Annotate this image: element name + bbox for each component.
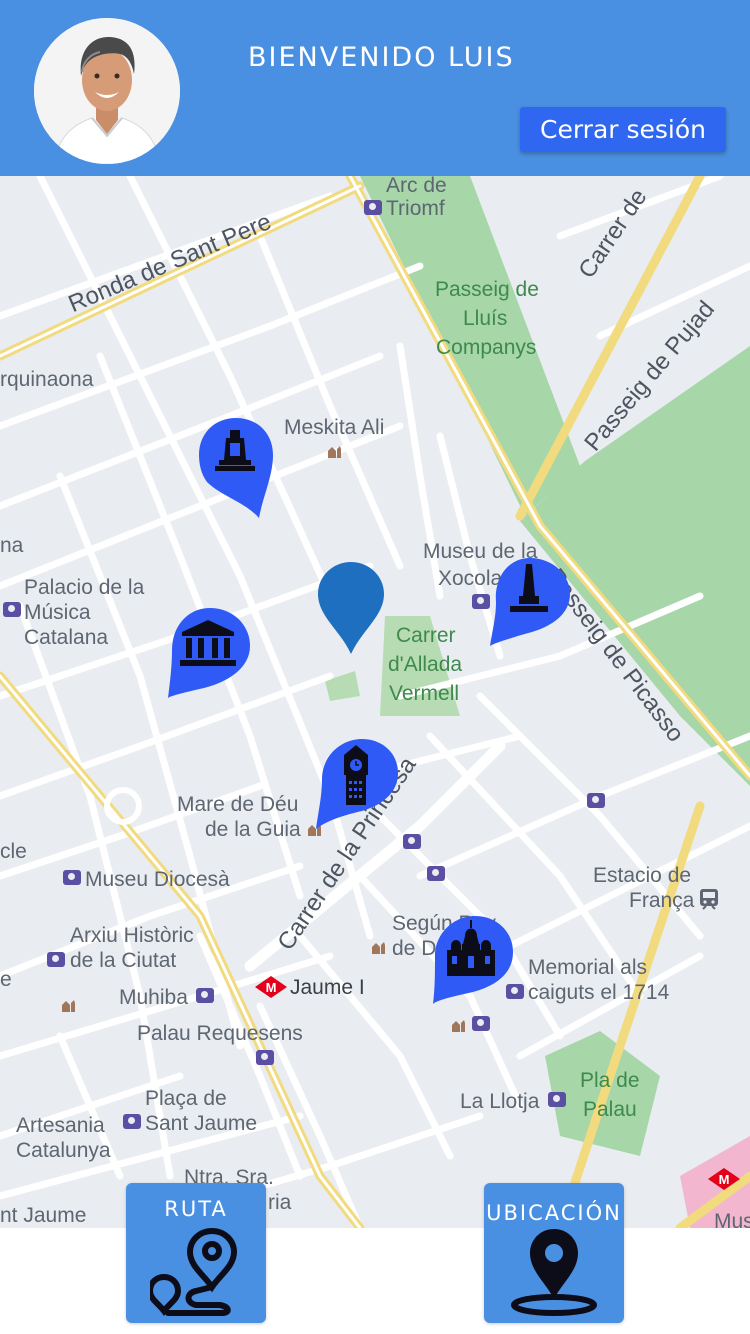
welcome-text: BIENVENIDO LUIS: [248, 42, 515, 73]
label-muhiba: Muhiba: [119, 986, 188, 1009]
label-cle: cle: [0, 840, 27, 863]
museum-marker[interactable]: [168, 606, 252, 698]
label-artesania-2: Catalunya: [16, 1139, 111, 1162]
camera-icon: [548, 1092, 566, 1107]
label-arc-de-triomf-2: Triomf: [386, 197, 445, 220]
label-passeig-lluis-3: Companys: [436, 336, 537, 359]
logout-button[interactable]: Cerrar sesión: [520, 107, 726, 152]
label-palau-requesens: Palau Requesens: [137, 1022, 303, 1045]
cathedral-marker[interactable]: [431, 914, 515, 1006]
label-nt-jaume: nt Jaume: [0, 1204, 87, 1227]
camera-icon: [63, 870, 81, 885]
label-passeig-lluis-1: Passeig de: [435, 278, 539, 301]
location-pin-icon: [318, 562, 384, 654]
app-screen: BIENVENIDO LUIS Cerrar sesión Arc de Tri…: [0, 0, 750, 1334]
bottom-bar: [0, 1228, 750, 1334]
camera-icon: [123, 1114, 141, 1129]
label-pla-palau-1: Pla de: [580, 1069, 640, 1092]
label-arxiu-1: Arxiu Històric: [70, 924, 194, 947]
camera-icon: [3, 602, 21, 617]
church-icon: [328, 446, 341, 458]
label-estacio-1: Estacio de: [593, 864, 692, 887]
camera-icon: [427, 866, 445, 881]
train-icon: [700, 889, 718, 910]
location-button[interactable]: UBICACIÓN: [484, 1183, 624, 1323]
camera-icon: [587, 793, 605, 808]
church-icon: [372, 942, 385, 954]
label-na: na: [0, 534, 24, 557]
label-jaume-i: Jaume I: [290, 976, 365, 999]
clock-tower-marker[interactable]: [316, 737, 400, 829]
label-mare-deu-1: Mare de Déu: [177, 793, 299, 816]
label-placa-1: Plaça de: [145, 1087, 227, 1110]
camera-icon: [403, 834, 421, 849]
label-artesania-1: Artesania: [16, 1114, 105, 1137]
label-palau-musica-2: Música: [24, 601, 91, 624]
church-icon: [452, 1020, 465, 1032]
label-palau-musica-3: Catalana: [24, 626, 109, 649]
label-memorial-1: Memorial als: [528, 956, 648, 979]
svg-text:M: M: [719, 1172, 730, 1187]
svg-text:M: M: [266, 980, 277, 995]
route-button[interactable]: RUTA: [126, 1183, 266, 1323]
monument-marker[interactable]: [197, 416, 275, 520]
label-arxiu-2: de la Ciutat: [70, 949, 177, 972]
church-icon: [62, 1000, 75, 1012]
label-carrer-allada-2: d'Allada: [388, 653, 463, 676]
label-estacio-2: França: [629, 889, 695, 912]
label-museu-diocesa: Museu Diocesà: [85, 868, 230, 891]
label-carrer-allada-1: Carrer: [396, 624, 456, 647]
label-placa-2: Sant Jaume: [145, 1112, 258, 1135]
label-arc-de-triomf: Arc de: [386, 176, 447, 197]
label-mus: Mus: [714, 1210, 750, 1228]
camera-icon: [472, 1016, 490, 1031]
map-view[interactable]: Arc de Triomf Ronda de Sant Pere Carrer …: [0, 176, 750, 1228]
metro-icon: M: [708, 1168, 740, 1190]
avatar[interactable]: [34, 18, 180, 164]
label-memorial-2: caiguts el 1714: [528, 981, 670, 1004]
location-label: UBICACIÓN: [486, 1201, 622, 1225]
route-icon: [150, 1227, 238, 1316]
clock-tower-icon: [344, 745, 368, 805]
label-carrer-allada-3: Vermell: [389, 682, 460, 705]
label-la-llotja: La Llotja: [460, 1090, 540, 1113]
label-passeig-lluis-2: Lluís: [463, 307, 508, 330]
obelisk-marker[interactable]: [488, 556, 572, 648]
label-pla-palau-2: Palau: [583, 1098, 637, 1121]
label-e: e: [0, 968, 12, 991]
label-meskita-ali: Meskita Ali: [284, 416, 385, 439]
camera-icon: [196, 988, 214, 1003]
header-bar: BIENVENIDO LUIS Cerrar sesión: [0, 0, 750, 176]
label-mare-deu-2: de la Guia: [205, 818, 301, 841]
camera-icon: [256, 1050, 274, 1065]
label-palau-musica-1: Palacio de la: [24, 576, 145, 599]
label-urquinaona: rquinaona: [0, 368, 94, 391]
metro-icon: M: [255, 976, 287, 998]
label-ria: ria: [268, 1191, 292, 1214]
label-segun-2: de D: [392, 937, 437, 960]
camera-icon: [364, 200, 382, 215]
location-pin-icon: [511, 1229, 597, 1316]
current-location-marker[interactable]: [316, 560, 386, 656]
route-label: RUTA: [164, 1197, 228, 1221]
camera-icon: [47, 952, 65, 967]
